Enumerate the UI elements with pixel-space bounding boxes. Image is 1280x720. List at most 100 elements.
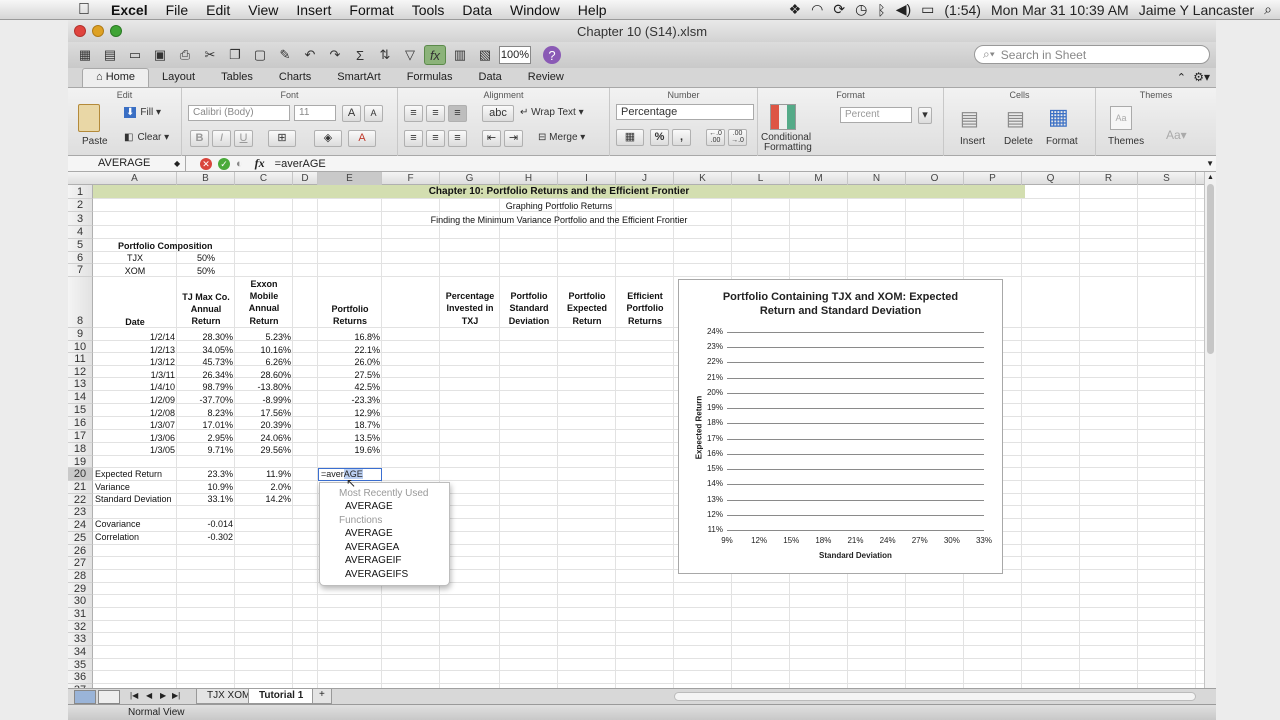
header-port-line1[interactable]: Portfolio bbox=[318, 303, 382, 315]
tab-scroll-first-icon[interactable]: |◀ bbox=[130, 691, 138, 700]
cell-date[interactable]: 1/3/05 bbox=[119, 444, 175, 456]
row-header[interactable]: 5 bbox=[68, 239, 93, 252]
header-xom-line4[interactable]: Return bbox=[235, 315, 293, 327]
user-name[interactable]: Jaime Y Lancaster bbox=[1134, 2, 1259, 18]
bluetooth-icon[interactable]: ᛒ bbox=[872, 2, 890, 18]
row-header[interactable]: 34 bbox=[68, 646, 93, 659]
formula-builder-icon[interactable]: fx bbox=[424, 45, 446, 65]
scroll-thumb[interactable] bbox=[1207, 184, 1214, 354]
header-xom-line3[interactable]: Annual bbox=[235, 302, 293, 314]
cell-stat-xom-2[interactable]: 2.0% bbox=[235, 481, 291, 493]
save-icon[interactable]: ▣ bbox=[149, 45, 171, 65]
autocomplete-function-item[interactable]: AVERAGEIF bbox=[345, 555, 402, 566]
cell-correlation-label[interactable]: Correlation bbox=[95, 531, 139, 543]
cell-xom-return[interactable]: -13.80% bbox=[235, 381, 291, 393]
cell-date[interactable]: 1/3/07 bbox=[119, 419, 175, 431]
cell-stat-xom-3[interactable]: 14.2% bbox=[235, 493, 291, 505]
battery-icon[interactable]: ▭ bbox=[916, 1, 939, 18]
row-header[interactable]: 25 bbox=[68, 532, 93, 545]
column-header[interactable]: K bbox=[674, 172, 732, 185]
cell-xom-return[interactable]: 17.56% bbox=[235, 407, 291, 419]
header-i-line1[interactable]: Portfolio bbox=[558, 290, 616, 302]
insert-cells-icon[interactable]: ▤ bbox=[960, 106, 979, 131]
column-header[interactable]: F bbox=[382, 172, 440, 185]
menu-window[interactable]: Window bbox=[501, 2, 569, 18]
font-color-icon[interactable]: A bbox=[348, 130, 376, 147]
tab-formulas[interactable]: Formulas bbox=[394, 69, 466, 87]
print-icon[interactable]: ⎙ bbox=[174, 45, 196, 65]
font-size-select[interactable]: 11 bbox=[294, 105, 336, 121]
cell-stat-tjx-1[interactable]: 23.3% bbox=[177, 468, 233, 480]
underline-icon[interactable]: U bbox=[234, 130, 253, 147]
cell-stat-tjx-2[interactable]: 10.9% bbox=[177, 481, 233, 493]
column-header[interactable]: E bbox=[318, 172, 382, 185]
row-header[interactable]: 10 bbox=[68, 341, 93, 353]
cell-date[interactable]: 1/4/10 bbox=[119, 381, 175, 393]
row-header[interactable]: 23 bbox=[68, 506, 93, 519]
gallery-icon[interactable]: ▥ bbox=[449, 45, 471, 65]
insert-function-icon[interactable]: fx bbox=[255, 156, 265, 171]
cell-tjx-weight[interactable]: 50% bbox=[177, 252, 235, 264]
conditional-formatting-label-2[interactable]: Formatting bbox=[764, 142, 812, 153]
row-header[interactable]: 14 bbox=[68, 391, 93, 404]
autocomplete-recent-item[interactable]: AVERAGE bbox=[345, 501, 393, 512]
volume-icon[interactable]: ◀) bbox=[891, 1, 916, 18]
fill-button[interactable]: ⬇ Fill ▾ bbox=[124, 107, 161, 118]
align-center-icon[interactable]: ≡ bbox=[426, 130, 445, 147]
page-layout-view-icon[interactable] bbox=[98, 690, 120, 704]
name-box[interactable]: AVERAGE bbox=[68, 156, 186, 171]
cell-tjx-return[interactable]: 9.71% bbox=[177, 444, 233, 456]
cell-stat-xom-1[interactable]: 11.9% bbox=[235, 468, 291, 480]
align-middle-icon[interactable]: ≡ bbox=[426, 105, 445, 122]
tab-tables[interactable]: Tables bbox=[208, 69, 266, 87]
cell-tjx-return[interactable]: 26.34% bbox=[177, 369, 233, 381]
menu-help[interactable]: Help bbox=[569, 2, 616, 18]
row-header[interactable]: 16 bbox=[68, 417, 93, 430]
clock[interactable]: Mon Mar 31 10:39 AM bbox=[986, 2, 1134, 18]
row-header[interactable]: 31 bbox=[68, 608, 93, 621]
ribbon-collapse-icon[interactable]: ⌃ bbox=[1177, 71, 1186, 84]
name-box-stepper-icon[interactable]: ◆ bbox=[174, 159, 186, 168]
cell-xom-return[interactable]: 6.26% bbox=[235, 356, 291, 368]
cell-tjx-return[interactable]: 45.73% bbox=[177, 356, 233, 368]
column-header[interactable]: P bbox=[964, 172, 1022, 185]
header-g-line3[interactable]: TXJ bbox=[440, 315, 500, 327]
row-header[interactable]: 36 bbox=[68, 671, 93, 684]
cell-xom-return[interactable]: 20.39% bbox=[235, 419, 291, 431]
paste-clipboard-icon[interactable] bbox=[78, 104, 100, 132]
spotlight-icon[interactable]: ⌕ bbox=[1259, 1, 1280, 18]
autocomplete-function-item[interactable]: AVERAGEA bbox=[345, 542, 399, 553]
cell-date[interactable]: 1/2/09 bbox=[119, 394, 175, 406]
cell-portfolio-return[interactable]: 18.7% bbox=[318, 419, 380, 431]
time-machine-icon[interactable]: ◷ bbox=[850, 1, 872, 18]
cell-xom-return[interactable]: 5.23% bbox=[235, 331, 291, 343]
expand-formula-icon[interactable]: ▼ bbox=[1206, 159, 1214, 168]
column-header[interactable]: A bbox=[93, 172, 177, 185]
column-header[interactable]: L bbox=[732, 172, 790, 185]
format-cells-icon[interactable]: ▦ bbox=[1048, 104, 1069, 130]
cell-xom-return[interactable]: -8.99% bbox=[235, 394, 291, 406]
row-header[interactable]: 6 bbox=[68, 252, 93, 264]
decrease-decimal-button[interactable]: .00 →.0 bbox=[728, 129, 747, 146]
cell-tjx-return[interactable]: 98.79% bbox=[177, 381, 233, 393]
shrink-font-icon[interactable]: A bbox=[364, 105, 383, 122]
header-g-line1[interactable]: Percentage bbox=[440, 290, 500, 302]
sheet-tab-tutorial-1[interactable]: Tutorial 1 bbox=[248, 689, 315, 704]
column-header[interactable]: D bbox=[293, 172, 318, 185]
help-icon[interactable]: ? bbox=[543, 46, 561, 64]
column-header[interactable]: O bbox=[906, 172, 964, 185]
tab-review[interactable]: Review bbox=[515, 69, 577, 87]
autocomplete-function-item[interactable]: AVERAGE bbox=[345, 528, 393, 539]
themes-button[interactable]: Themes bbox=[1108, 136, 1144, 147]
header-tjx-line3[interactable]: Return bbox=[177, 315, 235, 327]
fill-color-icon[interactable]: ◈ bbox=[314, 130, 342, 147]
tab-scroll-next-icon[interactable]: ▶ bbox=[160, 691, 166, 700]
delete-cells-icon[interactable]: ▤ bbox=[1006, 106, 1025, 131]
header-port-line2[interactable]: Returns bbox=[318, 315, 382, 327]
column-header[interactable]: H bbox=[500, 172, 558, 185]
scroll-up-icon[interactable]: ▲ bbox=[1207, 174, 1214, 181]
row-header[interactable]: 21 bbox=[68, 481, 93, 494]
row-header[interactable]: 30 bbox=[68, 595, 93, 608]
cell-style-preview[interactable]: Percent bbox=[840, 107, 912, 123]
cell-tjx-return[interactable]: 2.95% bbox=[177, 432, 233, 444]
